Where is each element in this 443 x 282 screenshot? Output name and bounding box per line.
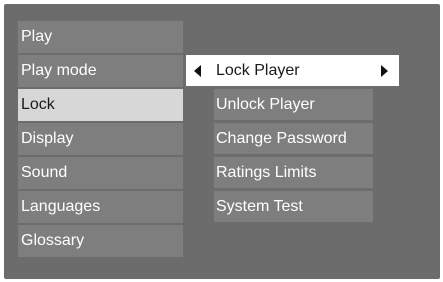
submenu-item-system-test[interactable]: System Test xyxy=(214,191,373,222)
menu-item-display[interactable]: Display xyxy=(18,123,183,155)
triangle-left-icon[interactable] xyxy=(194,65,201,77)
submenu-item-lock-player[interactable]: Lock Player xyxy=(186,55,399,86)
menu-item-sound[interactable]: Sound xyxy=(18,157,183,189)
menu-item-lock[interactable]: Lock xyxy=(18,89,183,121)
triangle-right-icon[interactable] xyxy=(381,65,388,77)
menu-item-languages[interactable]: Languages xyxy=(18,191,183,223)
submenu-item-change-password[interactable]: Change Password xyxy=(214,123,373,154)
submenu-item-label: Lock Player xyxy=(216,62,300,79)
menu-item-play-mode[interactable]: Play mode xyxy=(18,55,183,87)
menu-item-glossary[interactable]: Glossary xyxy=(18,225,183,257)
screen: Play Play mode Lock Display Sound Langua… xyxy=(0,0,443,282)
menu-item-play[interactable]: Play xyxy=(18,21,183,53)
submenu-item-ratings-limits[interactable]: Ratings Limits xyxy=(214,157,373,188)
submenu-item-unlock-player[interactable]: Unlock Player xyxy=(214,89,373,120)
